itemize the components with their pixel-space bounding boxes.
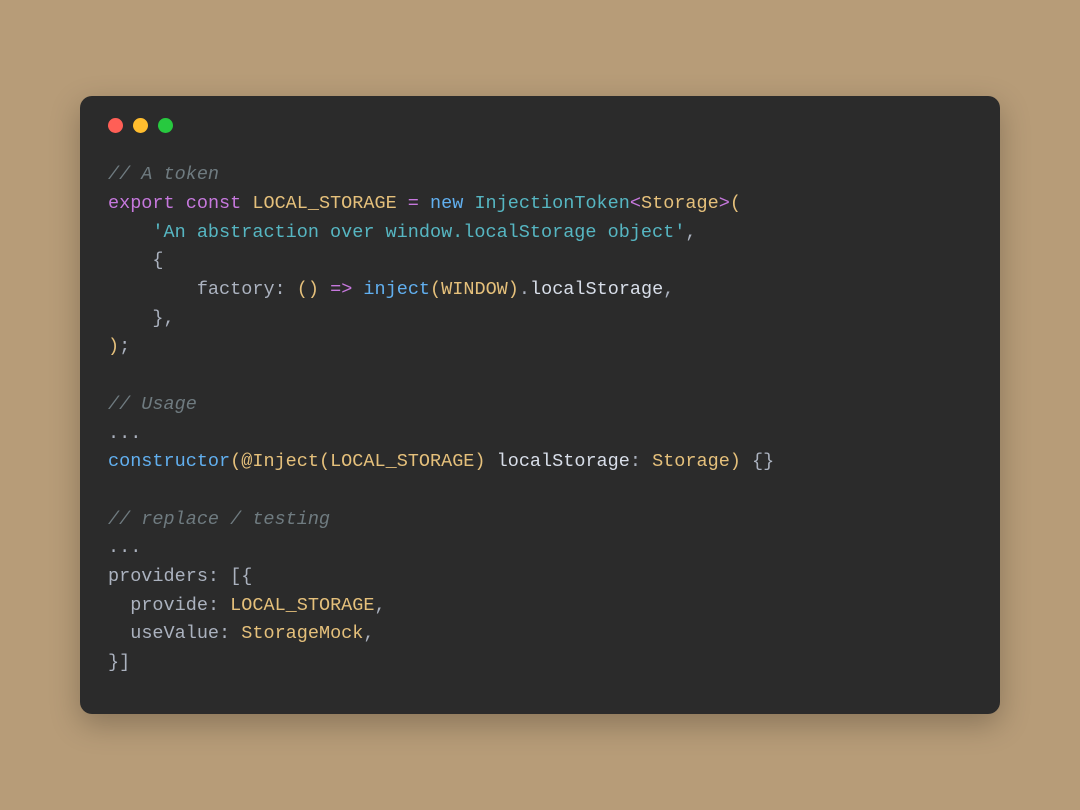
gt: > <box>719 193 730 214</box>
open-paren: ( <box>730 193 741 214</box>
ellipsis: ... <box>108 423 141 444</box>
at-sign: @ <box>241 451 252 472</box>
lt: < <box>630 193 641 214</box>
equals-op: = <box>408 193 419 214</box>
window-controls <box>108 118 972 133</box>
inject-decorator: Inject <box>252 451 319 472</box>
arrow-close: ) <box>308 279 319 300</box>
const-name: LOCAL_STORAGE <box>252 193 396 214</box>
keyword-const: const <box>186 193 242 214</box>
param-name: localStorage <box>497 451 630 472</box>
minimize-icon[interactable] <box>133 118 148 133</box>
keyword-new: new <box>430 193 463 214</box>
ctor-open: ( <box>230 451 241 472</box>
code-editor-window: // A token export const LOCAL_STORAGE = … <box>80 96 1000 713</box>
colon: : <box>630 451 641 472</box>
code-block: // A token export const LOCAL_STORAGE = … <box>108 161 972 677</box>
provide-key: provide <box>130 595 208 616</box>
dot: . <box>519 279 530 300</box>
comma: , <box>685 222 696 243</box>
comment-replace: // replace / testing <box>108 509 330 530</box>
colon: : <box>208 566 219 587</box>
colon: : <box>219 623 230 644</box>
string-literal: 'An abstraction over window.localStorage… <box>152 222 685 243</box>
inject-close: ) <box>508 279 519 300</box>
array-open: [{ <box>230 566 252 587</box>
array-close: }] <box>108 652 130 673</box>
comment-usage: // Usage <box>108 394 197 415</box>
dec-close: ) <box>474 451 485 472</box>
keyword-export: export <box>108 193 175 214</box>
inject-call: inject <box>363 279 430 300</box>
comma: , <box>164 308 175 329</box>
dec-open: ( <box>319 451 330 472</box>
zoom-icon[interactable] <box>158 118 173 133</box>
usevalue-val: StorageMock <box>241 623 363 644</box>
usevalue-key: useValue <box>130 623 219 644</box>
provide-val: LOCAL_STORAGE <box>230 595 374 616</box>
class-name: InjectionToken <box>474 193 629 214</box>
open-brace: { <box>152 250 163 271</box>
ellipsis: ... <box>108 537 141 558</box>
generic-type: Storage <box>641 193 719 214</box>
constructor-keyword: constructor <box>108 451 230 472</box>
prop-factory: factory <box>197 279 275 300</box>
comment-token: // A token <box>108 164 219 185</box>
window-token: WINDOW <box>441 279 508 300</box>
comma: , <box>363 623 374 644</box>
close-brace: } <box>152 308 163 329</box>
comma: , <box>374 595 385 616</box>
ctor-close: ) <box>730 451 741 472</box>
close-paren: ) <box>108 336 119 357</box>
arrow-op: => <box>330 279 352 300</box>
providers-key: providers <box>108 566 208 587</box>
semicolon: ; <box>119 336 130 357</box>
param-type: Storage <box>652 451 730 472</box>
inject-open: ( <box>430 279 441 300</box>
comma: , <box>663 279 674 300</box>
token-arg: LOCAL_STORAGE <box>330 451 474 472</box>
ctor-body: {} <box>752 451 774 472</box>
local-storage-prop: localStorage <box>530 279 663 300</box>
close-icon[interactable] <box>108 118 123 133</box>
arrow-open: ( <box>297 279 308 300</box>
colon: : <box>275 279 286 300</box>
colon: : <box>208 595 219 616</box>
